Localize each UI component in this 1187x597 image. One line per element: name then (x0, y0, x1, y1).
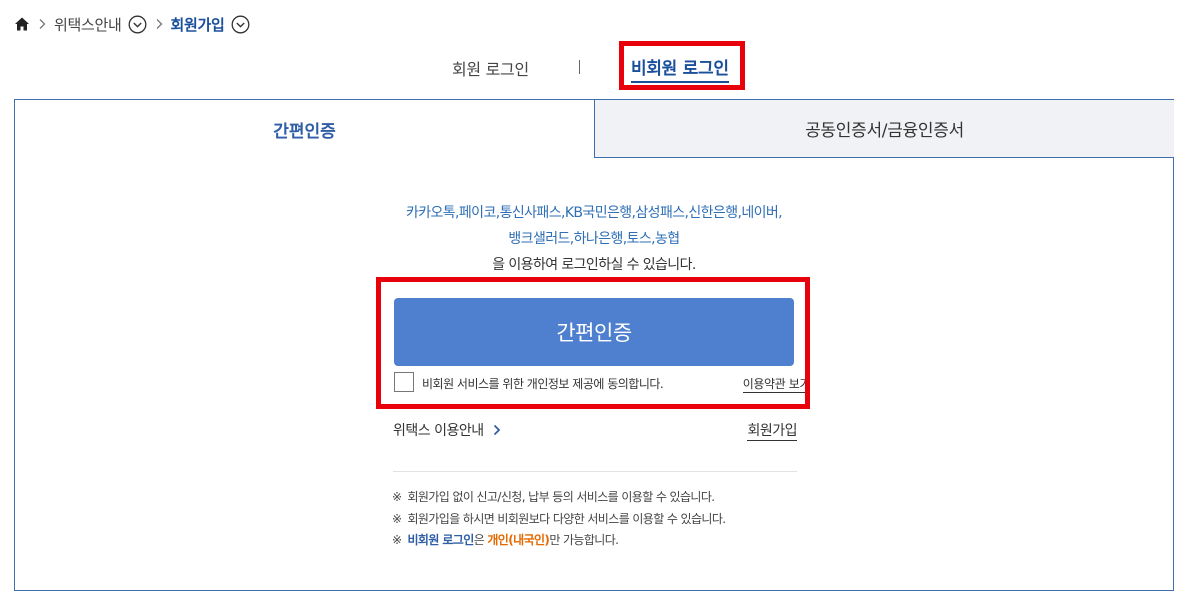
notice-text-2: 회원가입을 하시면 비회원보다 다양한 서비스를 이용할 수 있습니다. (407, 511, 726, 526)
divider-line (393, 471, 797, 472)
agreement-row: 비회원 서비스를 위한 개인정보 제공에 동의합니다. 이용약관 보기 (394, 371, 810, 395)
tab-certificate[interactable]: 공동인증서/금융인증서 (594, 100, 1174, 158)
provider-usage-text: 을 이용하여 로그인하실 수 있습니다. (492, 257, 696, 273)
tab-simple-auth[interactable]: 간편인증 (15, 100, 594, 158)
notice-item: ※ 회원가입을 하시면 비회원보다 다양한 서비스를 이용할 수 있습니다. (392, 509, 812, 531)
info-links: 위택스 이용안내 회원가입 (393, 420, 797, 442)
agree-checkbox[interactable] (394, 372, 414, 392)
breadcrumb-item-wetax-guide[interactable]: 위택스안내 (54, 14, 122, 35)
login-panel: 간편인증 공동인증서/금융인증서 카카오톡,페이코,통신사패스,KB국민은행,삼… (14, 99, 1174, 591)
provider-description: 카카오톡,페이코,통신사패스,KB국민은행,삼성패스,신한은행,네이버, 뱅크샐… (15, 200, 1173, 278)
breadcrumb-item-signup[interactable]: 회원가입 (171, 14, 225, 35)
chevron-right-small-icon (492, 424, 502, 436)
auth-method-tabs: 간편인증 공동인증서/금융인증서 (15, 100, 1174, 158)
note-mark: ※ (392, 511, 402, 526)
notice-item: ※ 비회원 로그인은 개인(내국인)만 가능합니다. (392, 530, 812, 552)
note-mark: ※ (392, 533, 402, 547)
note-mark: ※ (392, 490, 402, 504)
member-login-tab[interactable]: 회원 로그인 (452, 56, 529, 80)
provider-list-line2: 뱅크샐러드,하나은행,토스,농협 (508, 231, 680, 247)
circle-chevron-down-icon[interactable] (128, 15, 147, 34)
circle-chevron-down-icon[interactable] (231, 15, 250, 34)
notice-text-3-particle: 은 (473, 533, 488, 547)
notice-text-3-end: 만 가능합니다. (549, 533, 619, 547)
terms-link[interactable]: 이용약관 보기 (742, 375, 810, 393)
divider (579, 60, 580, 74)
chevron-right-icon (151, 16, 167, 32)
agree-label: 비회원 서비스를 위한 개인정보 제공에 동의합니다. (422, 377, 664, 391)
notice-item: ※ 회원가입 없이 신고/신청, 납부 등의 서비스를 이용할 수 있습니다. (392, 487, 812, 509)
simple-auth-button[interactable]: 간편인증 (394, 298, 794, 366)
notice-text-3-nonmember: 비회원 로그인 (407, 533, 474, 547)
nonmember-login-tab[interactable]: 비회원 로그인 (631, 54, 729, 83)
home-icon[interactable] (14, 16, 30, 32)
wetax-guide-label: 위택스 이용안내 (393, 423, 484, 439)
breadcrumb: 위택스안내 회원가입 (14, 13, 250, 35)
notice-list: ※ 회원가입 없이 신고/신청, 납부 등의 서비스를 이용할 수 있습니다. ※… (392, 487, 812, 552)
chevron-right-icon (34, 16, 50, 32)
provider-list-line1: 카카오톡,페이코,통신사패스,KB국민은행,삼성패스,신한은행,네이버, (405, 205, 783, 221)
login-type-selector: 회원 로그인 비회원 로그인 (0, 52, 1187, 83)
notice-text-3-individual: 개인(내국인) (487, 533, 550, 547)
notice-text-1: 회원가입 없이 신고/신청, 납부 등의 서비스를 이용할 수 있습니다. (407, 490, 715, 504)
signup-link[interactable]: 회원가입 (747, 420, 797, 441)
wetax-guide-link[interactable]: 위택스 이용안내 (393, 420, 502, 440)
